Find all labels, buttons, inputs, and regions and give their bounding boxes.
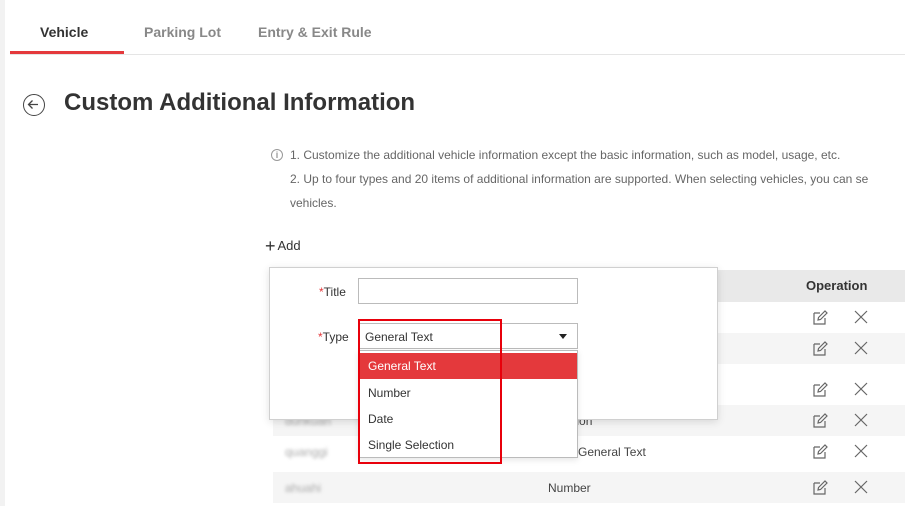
- tab-vehicle[interactable]: Vehicle: [40, 24, 88, 40]
- tab-entry-exit-rule[interactable]: Entry & Exit Rule: [258, 24, 372, 40]
- type-select-value: General Text: [365, 330, 433, 344]
- delete-icon[interactable]: [853, 412, 869, 428]
- title-label: *Title: [319, 285, 346, 299]
- plus-icon: +: [265, 236, 276, 256]
- edit-icon[interactable]: [811, 309, 829, 327]
- type-select[interactable]: General Text: [358, 323, 578, 349]
- edit-icon[interactable]: [811, 381, 829, 399]
- edit-icon[interactable]: [811, 479, 829, 497]
- row-name: quanggi: [285, 445, 328, 459]
- add-button-label: Add: [277, 238, 301, 253]
- tab-bar: Vehicle Parking Lot Entry & Exit Rule: [10, 0, 905, 55]
- option-general-text[interactable]: General Text: [359, 353, 577, 379]
- back-button[interactable]: [23, 94, 45, 116]
- active-tab-indicator: [10, 51, 124, 54]
- delete-icon[interactable]: [853, 309, 869, 325]
- type-label: *Type: [318, 330, 349, 344]
- note-line-1: 1. Customize the additional vehicle info…: [290, 148, 841, 162]
- back-arrow-icon: [27, 100, 38, 109]
- option-single-selection[interactable]: Single Selection: [359, 432, 577, 458]
- edit-icon[interactable]: [811, 412, 829, 430]
- row-name: ahuahi: [285, 481, 322, 495]
- delete-icon[interactable]: [853, 381, 869, 397]
- info-icon: i: [271, 149, 283, 161]
- operation-header: Operation: [806, 278, 868, 293]
- page-title: Custom Additional Information: [64, 89, 416, 116]
- row-type: General Text: [578, 445, 646, 459]
- title-label-text: Title: [323, 285, 346, 299]
- delete-icon[interactable]: [853, 479, 869, 495]
- left-panel-edge: [0, 0, 5, 506]
- edit-icon[interactable]: [811, 340, 829, 358]
- option-date[interactable]: Date: [359, 406, 577, 432]
- delete-icon[interactable]: [853, 443, 869, 459]
- chevron-down-icon: [559, 334, 567, 339]
- note-line-3: vehicles.: [290, 196, 337, 210]
- edit-icon[interactable]: [811, 443, 829, 461]
- note-line-2: 2. Up to four types and 20 items of addi…: [290, 172, 869, 186]
- table-row: ahuahi Number: [273, 472, 905, 503]
- delete-icon[interactable]: [853, 340, 869, 356]
- tab-parking-lot[interactable]: Parking Lot: [144, 24, 221, 40]
- type-label-text: Type: [322, 330, 349, 344]
- row-type: Number: [548, 481, 591, 495]
- type-dropdown-list: General Text Number Date Single Selectio…: [358, 350, 578, 458]
- option-number[interactable]: Number: [359, 380, 577, 406]
- title-input[interactable]: [358, 278, 578, 304]
- add-button[interactable]: + Add: [265, 236, 301, 257]
